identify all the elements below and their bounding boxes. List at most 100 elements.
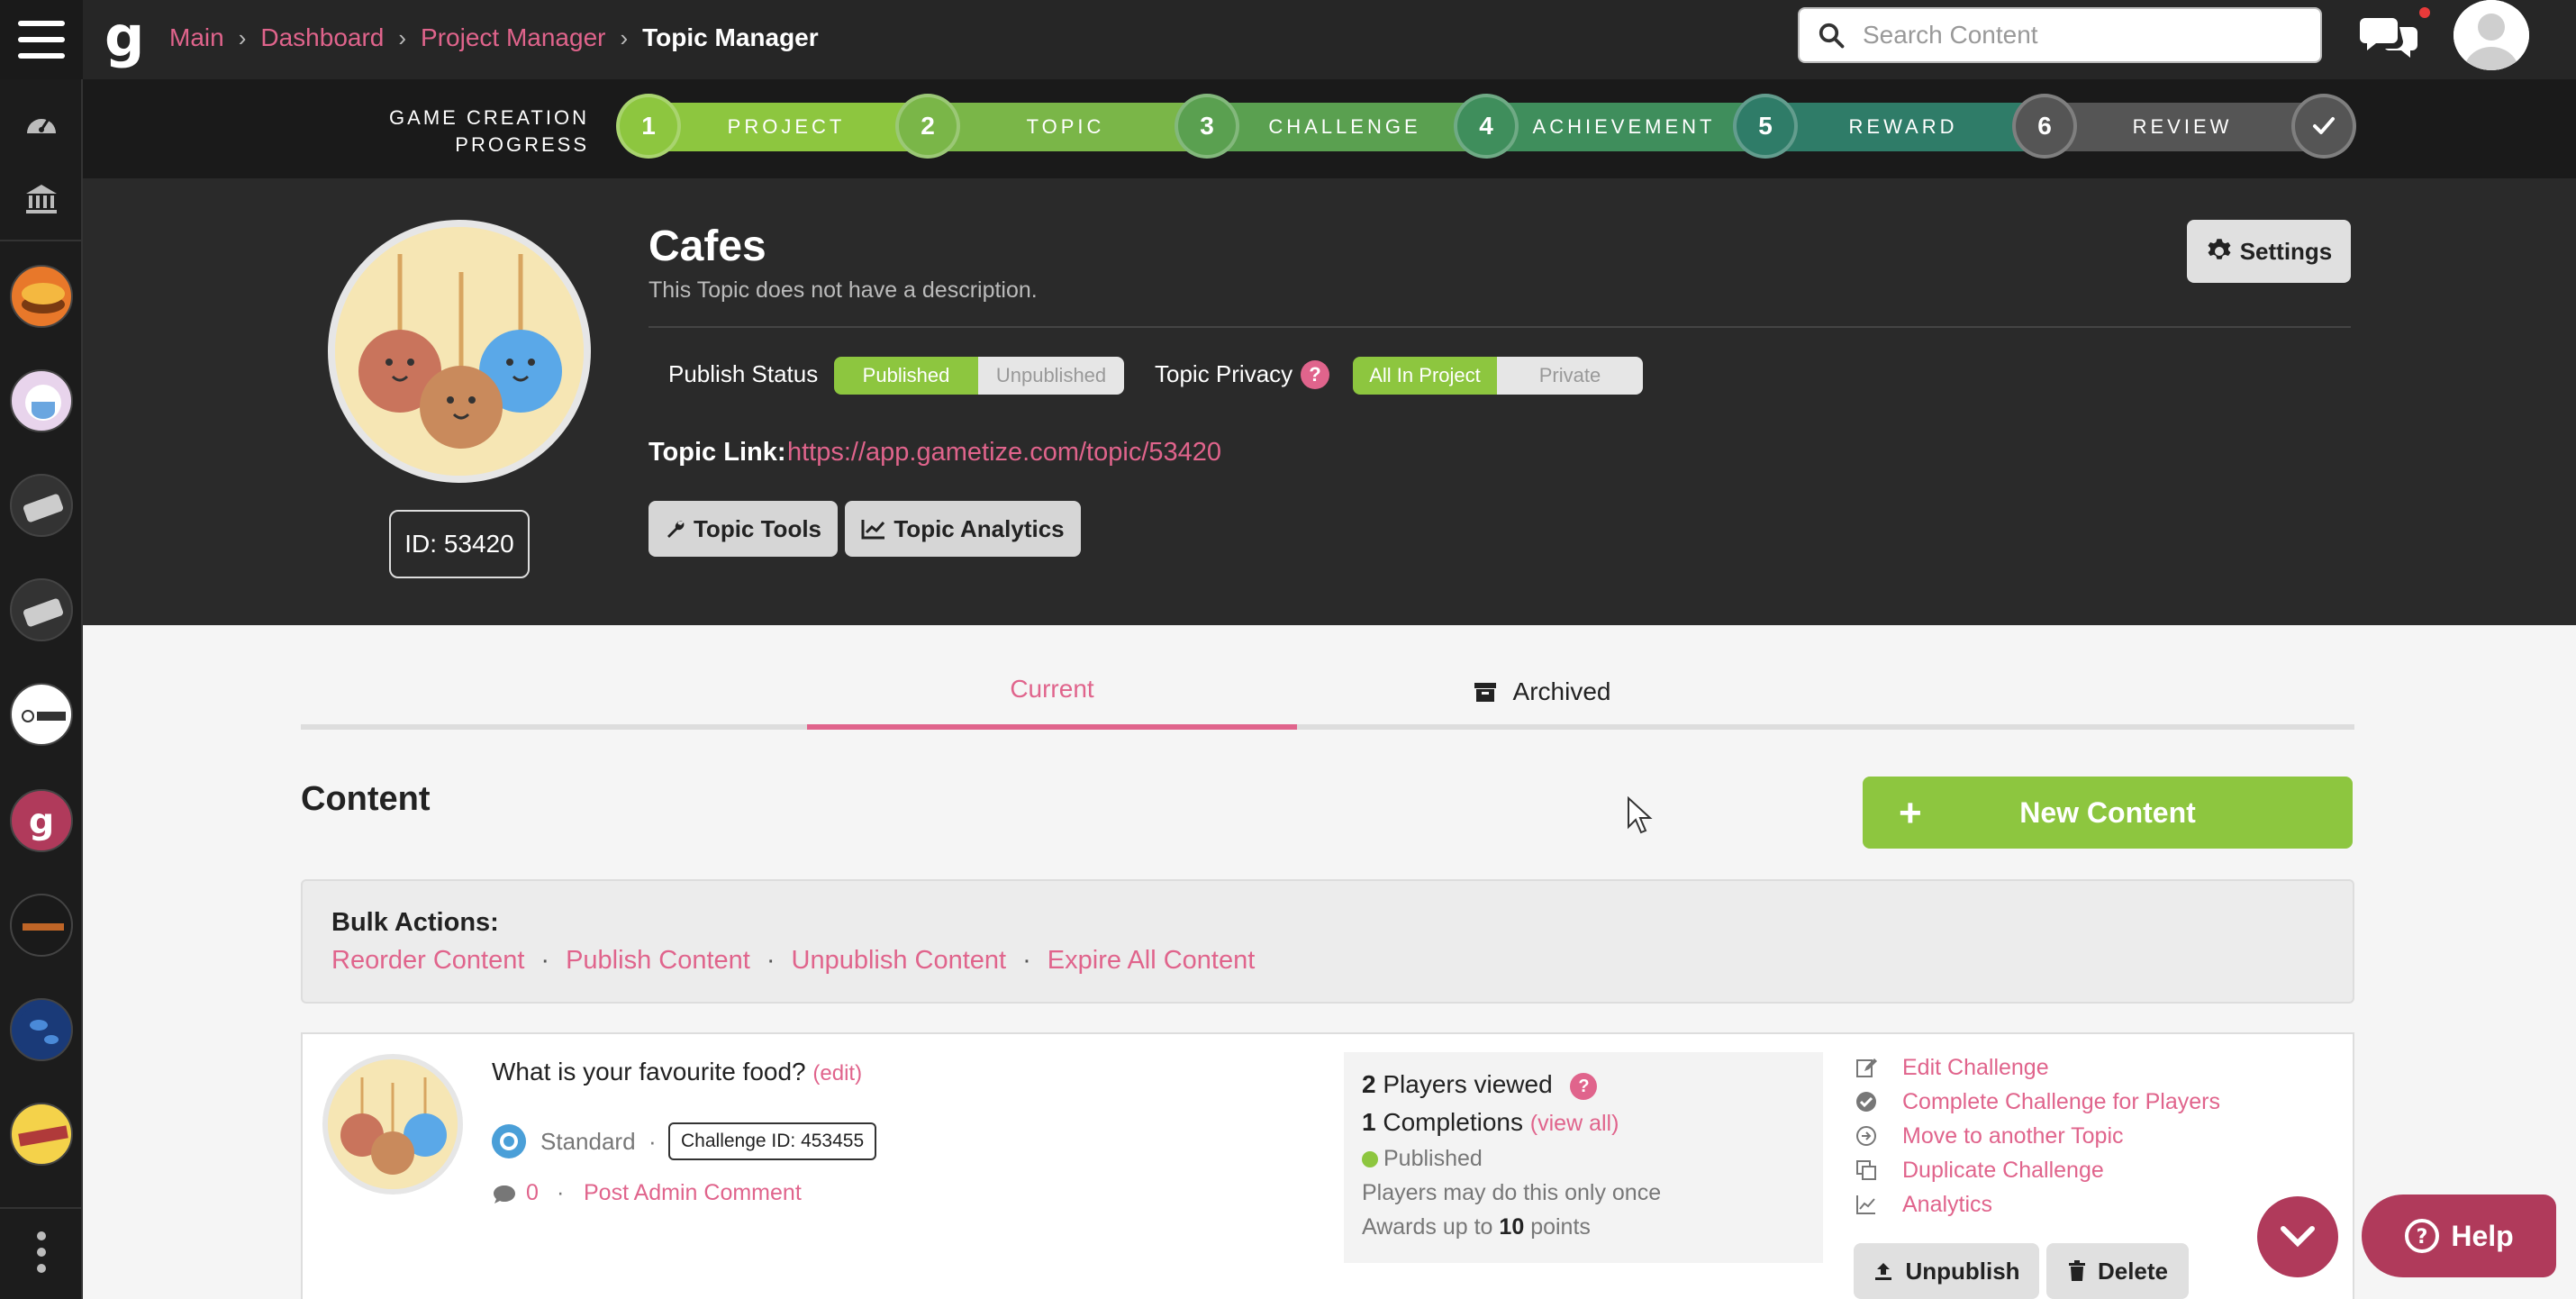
settings-label: Settings [2239, 237, 2333, 265]
challenge-edit-link[interactable]: (edit) [812, 1061, 862, 1086]
search-box[interactable] [1798, 7, 2322, 63]
topic-analytics-button[interactable]: Topic Analytics [845, 501, 1081, 557]
topic-link[interactable]: https://app.gametize.com/topic/53420 [787, 438, 1221, 468]
notification-dot [2419, 7, 2430, 18]
complete-challenge-action[interactable]: Complete Challenge for Players [1855, 1086, 2220, 1117]
challenge-title-row: What is your favourite food? (edit) [492, 1058, 862, 1086]
sidebar-project-4[interactable] [0, 569, 83, 650]
breadcrumb-project-manager[interactable]: Project Manager [421, 23, 605, 52]
user-avatar[interactable] [2454, 0, 2529, 70]
unpublished-option[interactable]: Unpublished [978, 357, 1124, 395]
step-number[interactable]: 1 [616, 94, 681, 159]
dashboard-gauge-icon[interactable] [0, 92, 83, 151]
sidebar-project-2[interactable] [0, 360, 83, 441]
step-topic[interactable]: TOPIC [926, 103, 1205, 151]
post-admin-comment-link[interactable]: Post Admin Comment [584, 1180, 802, 1206]
chevron-right-icon: › [238, 23, 247, 51]
topic-tools-button[interactable]: Topic Tools [649, 501, 838, 557]
sidebar-project-synpulse[interactable] [0, 885, 83, 966]
step-review[interactable]: REVIEW [2043, 103, 2322, 151]
delete-button[interactable]: Delete [2046, 1243, 2189, 1299]
breadcrumb-current: Topic Manager [642, 23, 819, 51]
analytics-action[interactable]: Analytics [1855, 1189, 1992, 1220]
step-number[interactable]: 2 [895, 94, 960, 159]
delete-label: Delete [2097, 1257, 2169, 1285]
topic-privacy-toggle[interactable]: All In Project Private [1353, 357, 1643, 395]
edit-challenge-action[interactable]: Edit Challenge [1855, 1052, 2049, 1083]
gametize-logo[interactable]: g [104, 5, 144, 68]
step-challenge[interactable]: CHALLENGE [1205, 103, 1484, 151]
tab-current[interactable]: Current [807, 654, 1297, 730]
sidebar-project-1[interactable] [0, 256, 83, 337]
chat-icon[interactable] [2360, 13, 2419, 59]
new-content-button[interactable]: + New Content [1863, 777, 2353, 849]
comment-count[interactable]: 0 [526, 1180, 539, 1206]
help-question-icon[interactable]: ? [1570, 1072, 1598, 1100]
sidebar-divider [0, 1207, 83, 1209]
edit-challenge-label: Edit Challenge [1902, 1054, 2049, 1080]
view-all-link[interactable]: (view all) [1530, 1111, 1619, 1136]
move-topic-action[interactable]: Move to another Topic [1855, 1121, 2124, 1151]
divider [649, 326, 2351, 328]
sidebar-project-globe[interactable] [0, 989, 83, 1070]
tab-archived[interactable]: Archived [1297, 654, 1787, 730]
step-reward[interactable]: REWARD [1764, 103, 2043, 151]
sidebar-project-gametize[interactable]: g [0, 780, 83, 861]
mouse-cursor-icon [1628, 796, 1653, 834]
step-number[interactable]: 5 [1733, 94, 1798, 159]
unpublish-content-link[interactable]: Unpublish Content [792, 946, 1007, 976]
reorder-content-link[interactable]: Reorder Content [331, 946, 524, 976]
awards-points: 10 [1499, 1214, 1525, 1240]
search-icon [1819, 23, 1845, 49]
publish-status-label: Publish Status [668, 360, 819, 387]
sidebar-divider [0, 240, 83, 241]
settings-button[interactable]: Settings [2187, 220, 2351, 283]
topic-analytics-label: Topic Analytics [893, 514, 1065, 542]
bulk-actions-links: Reorder Content · Publish Content · Unpu… [331, 946, 1255, 976]
private-option[interactable]: Private [1497, 357, 1643, 395]
step-achievement[interactable]: ACHIEVEMENT [1484, 103, 1764, 151]
hamburger-menu-icon[interactable] [0, 0, 83, 79]
expire-all-content-link[interactable]: Expire All Content [1048, 946, 1256, 976]
repeat-note: Players may do this only once [1362, 1180, 1662, 1205]
step-number[interactable]: 6 [2012, 94, 2077, 159]
players-viewed-count: 2 [1362, 1070, 1376, 1098]
scroll-down-button[interactable] [2257, 1196, 2338, 1277]
challenge-card: What is your favourite food? (edit) Stan… [301, 1032, 2354, 1299]
analytics-label: Analytics [1902, 1191, 1993, 1217]
sidebar-project-yellow[interactable] [0, 1094, 83, 1175]
step-number[interactable]: 3 [1175, 94, 1239, 159]
chevron-right-icon: › [620, 23, 629, 51]
publish-status-toggle[interactable]: Published Unpublished [834, 357, 1124, 395]
breadcrumb-main[interactable]: Main [169, 23, 224, 52]
more-vertical-icon[interactable] [0, 1225, 83, 1279]
check-icon[interactable] [2291, 94, 2356, 159]
duplicate-challenge-action[interactable]: Duplicate Challenge [1855, 1155, 2104, 1185]
topic-image [328, 220, 591, 483]
chevron-right-icon: › [398, 23, 407, 51]
completions-label: Completions [1383, 1108, 1523, 1136]
awards-note: Awards up to 10 points [1362, 1214, 1591, 1240]
standard-type-icon [492, 1124, 526, 1158]
step-project[interactable]: PROJECT [647, 103, 926, 151]
step-number[interactable]: 4 [1454, 94, 1519, 159]
challenge-image [322, 1054, 463, 1195]
help-button[interactable]: ? Help [2362, 1195, 2556, 1277]
plus-icon: + [1899, 791, 1922, 835]
sidebar-project-5[interactable] [0, 674, 83, 755]
publish-content-link[interactable]: Publish Content [566, 946, 750, 976]
unpublish-button[interactable]: Unpublish [1854, 1243, 2039, 1299]
tab-current-label: Current [1010, 675, 1094, 703]
check-circle-icon [1856, 1092, 1876, 1112]
published-option[interactable]: Published [834, 357, 978, 395]
help-question-icon[interactable]: ? [1301, 360, 1329, 389]
sidebar-project-3[interactable] [0, 465, 83, 546]
search-input[interactable] [1863, 21, 2295, 50]
question-circle-icon: ? [2405, 1219, 2440, 1253]
separator-dot: · [557, 1180, 565, 1205]
progress-label-line2: PROGRESS [455, 133, 589, 156]
all-in-project-option[interactable]: All In Project [1353, 357, 1497, 395]
breadcrumb-dashboard[interactable]: Dashboard [260, 23, 384, 52]
bulk-actions-panel: Bulk Actions: Reorder Content · Publish … [301, 879, 2354, 1004]
library-bank-icon[interactable] [0, 168, 83, 231]
